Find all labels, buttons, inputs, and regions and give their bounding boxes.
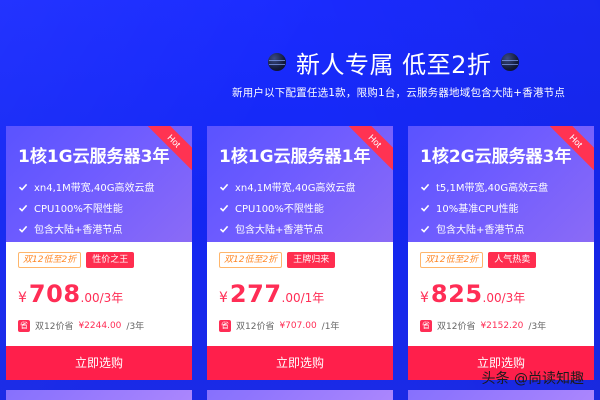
highlight-tag: 人气热卖	[488, 252, 537, 268]
save-badge: 省	[18, 319, 30, 332]
feature-text: CPU100%不限性能	[235, 204, 324, 215]
tag-row: 双12低至2折 性价之王	[18, 252, 135, 268]
save-amount: ¥2152.20	[480, 320, 524, 331]
promo-header: 新人专属 低至2折 新用户以下配置任选1款，限购1台，云服务器地域包含大陆+香港…	[0, 0, 600, 110]
currency-symbol: ¥	[219, 290, 228, 306]
feature-text: CPU100%不限性能	[34, 204, 123, 215]
feature-text: t5,1M带宽,40G高效云盘	[436, 183, 549, 194]
next-card-edge	[6, 390, 192, 400]
hot-ribbon: Hot	[349, 126, 393, 170]
hot-ribbon-label: Hot	[349, 126, 393, 170]
save-prefix: 双12价省	[236, 322, 275, 332]
hot-ribbon-label: Hot	[550, 126, 594, 170]
feature-item: 包含大陆+香港节点	[18, 221, 192, 236]
price: ¥ 277 .00/1年	[219, 280, 324, 308]
feature-item: t5,1M带宽,40G高效云盘	[420, 179, 594, 194]
save-badge: 省	[219, 319, 231, 332]
save-badge: 省	[420, 319, 432, 332]
promo-tag: 双12低至2折	[18, 252, 82, 268]
check-icon	[18, 204, 28, 212]
page-title: 新人专属 低至2折	[296, 50, 492, 79]
next-card-top	[408, 390, 594, 400]
price: ¥ 708 .00/3年	[18, 280, 123, 308]
feature-text: 包含大陆+香港节点	[34, 225, 123, 236]
price: ¥ 825 .00/3年	[420, 280, 525, 308]
price-unit: .00/3年	[80, 291, 124, 305]
highlight-tag: 王牌归来	[287, 252, 336, 268]
price-unit: .00/3年	[482, 291, 526, 305]
check-icon	[219, 183, 229, 191]
next-card-edge	[207, 390, 393, 400]
price-amount: 825	[430, 280, 483, 308]
check-icon	[219, 204, 229, 212]
save-prefix: 双12价省	[437, 322, 476, 332]
promo-tag: 双12低至2折	[420, 252, 484, 268]
save-amount: ¥2244.00	[78, 320, 122, 331]
currency-symbol: ¥	[18, 290, 27, 306]
check-icon	[219, 225, 229, 233]
check-icon	[420, 225, 430, 233]
feature-text: 包含大陆+香港节点	[436, 225, 525, 236]
watermark: 头条 @尚读知趣	[481, 371, 584, 387]
save-suffix: /3年	[126, 322, 145, 332]
next-card-top	[6, 390, 192, 400]
savings-row: 省 双12价省 ¥2244.00 /3年	[18, 319, 144, 332]
highlight-tag: 性价之王	[86, 252, 135, 268]
product-card: 1核2G云服务器3年 t5,1M带宽,40G高效云盘 10%基准CPU性能 包含…	[408, 126, 594, 380]
feature-item: 10%基准CPU性能	[420, 200, 594, 215]
feature-text: 包含大陆+香港节点	[235, 225, 324, 236]
page-subtitle: 新用户以下配置任选1款，限购1台，云服务器地域包含大陆+香港节点	[232, 87, 566, 99]
hot-ribbon-label: Hot	[148, 126, 192, 170]
price-amount: 708	[28, 280, 81, 308]
tag-row: 双12低至2折 王牌归来	[219, 252, 336, 268]
price-amount: 277	[229, 280, 282, 308]
save-suffix: /1年	[321, 322, 340, 332]
savings-row: 省 双12价省 ¥2152.20 /3年	[420, 319, 546, 332]
next-card-edge	[408, 390, 594, 400]
tag-row: 双12低至2折 人气热卖	[420, 252, 537, 268]
feature-item: xn4,1M带宽,40G高效云盘	[18, 179, 192, 194]
orb-icon	[268, 53, 286, 71]
feature-item: 包含大陆+香港节点	[219, 221, 393, 236]
feature-item: 包含大陆+香港节点	[420, 221, 594, 236]
savings-row: 省 双12价省 ¥707.00 /1年	[219, 319, 339, 332]
save-suffix: /3年	[528, 322, 547, 332]
feature-text: xn4,1M带宽,40G高效云盘	[235, 183, 356, 194]
feature-text: 10%基准CPU性能	[436, 204, 519, 215]
check-icon	[420, 183, 430, 191]
save-amount: ¥707.00	[279, 320, 317, 331]
feature-item: CPU100%不限性能	[18, 200, 192, 215]
currency-symbol: ¥	[420, 290, 429, 306]
check-icon	[18, 183, 28, 191]
orb-icon	[501, 53, 520, 71]
buy-now-button[interactable]: 立即选购	[207, 346, 393, 380]
feature-item: xn4,1M带宽,40G高效云盘	[219, 179, 393, 194]
product-card: 1核1G云服务器3年 xn4,1M带宽,40G高效云盘 CPU100%不限性能 …	[6, 126, 192, 380]
hot-ribbon: Hot	[550, 126, 594, 170]
next-card-top	[207, 390, 393, 400]
check-icon	[420, 204, 430, 212]
promo-tag: 双12低至2折	[219, 252, 283, 268]
buy-now-button[interactable]: 立即选购	[6, 346, 192, 380]
hot-ribbon: Hot	[148, 126, 192, 170]
feature-text: xn4,1M带宽,40G高效云盘	[34, 183, 155, 194]
save-prefix: 双12价省	[35, 322, 74, 332]
check-icon	[18, 225, 28, 233]
product-card: 1核1G云服务器1年 xn4,1M带宽,40G高效云盘 CPU100%不限性能 …	[207, 126, 393, 380]
price-unit: .00/1年	[281, 291, 325, 305]
title-row: 新人专属 低至2折	[268, 42, 520, 82]
feature-item: CPU100%不限性能	[219, 200, 393, 215]
